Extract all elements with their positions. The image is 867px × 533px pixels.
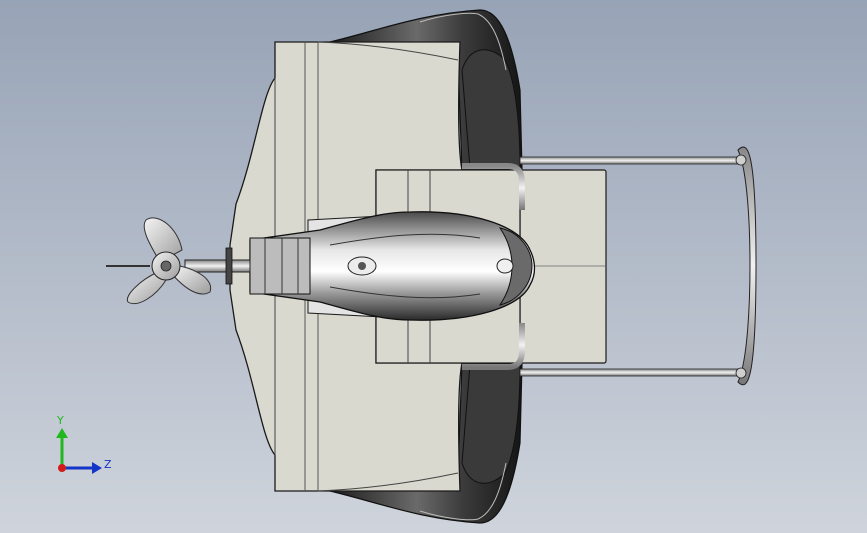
gearbox-housing [249, 237, 311, 295]
strut-lower [519, 368, 739, 377]
cad-model-view [0, 0, 867, 533]
strut-upper [519, 156, 739, 165]
triad-origin [58, 464, 66, 472]
triad-y-label: Y [57, 414, 64, 427]
motor-hub-bolt [358, 262, 366, 270]
triad-z-label: Z [104, 458, 112, 471]
rail-joint-bottom [735, 367, 747, 379]
prop-shaft [184, 259, 251, 273]
cad-viewport[interactable]: Y Z [0, 0, 867, 533]
shaft-collar [225, 247, 233, 285]
prop-hub-nut [160, 260, 172, 272]
rail-joint-top [735, 154, 747, 166]
motor-cap [496, 258, 514, 274]
